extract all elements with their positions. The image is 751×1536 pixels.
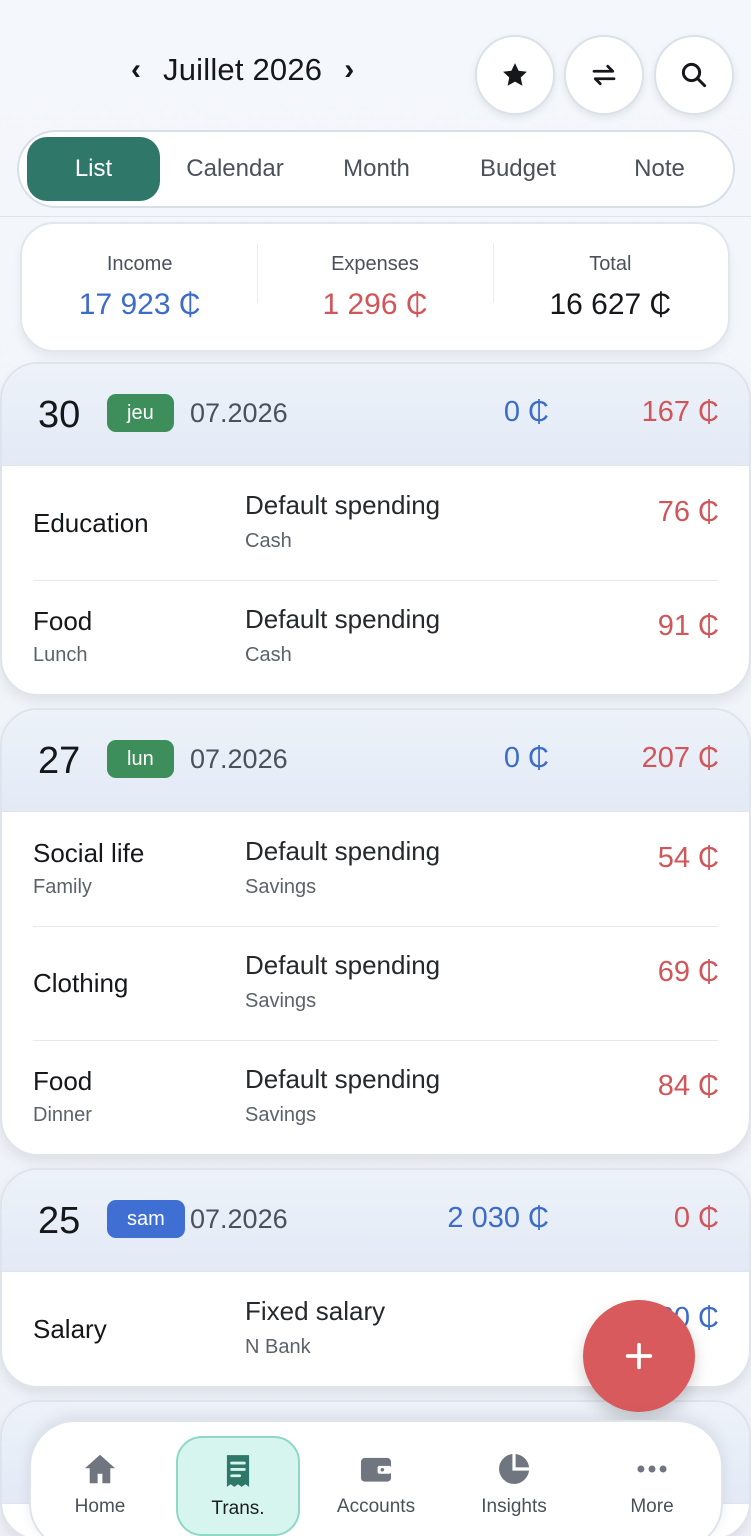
net-total: 16 627 ₵ xyxy=(549,287,672,321)
weekday-badge: lun xyxy=(107,740,174,778)
transaction-row[interactable]: Food Dinner Default spending Savings 84 … xyxy=(2,1040,749,1154)
transaction-category: Food xyxy=(33,606,93,636)
plus-icon xyxy=(625,1342,653,1370)
income-total: 17 923 ₵ xyxy=(78,287,201,321)
expenses-summary: Expenses 1 296 ₵ xyxy=(257,242,492,322)
day-group: 27 lun 07.2026 0 ₵ 207 ₵ Social life Fam… xyxy=(0,708,751,1156)
weekday-badge: sam xyxy=(107,1200,185,1238)
nav-more[interactable]: More xyxy=(590,1436,714,1536)
transaction-description: Default spending xyxy=(245,950,441,980)
search-button[interactable] xyxy=(654,35,734,115)
transaction-category: Salary xyxy=(33,1314,107,1344)
day-month-year: 07.2026 xyxy=(190,398,288,428)
nav-label: More xyxy=(630,1496,674,1517)
transaction-amount: 76 ₵ xyxy=(657,496,719,528)
day-number: 27 xyxy=(38,740,81,782)
transaction-row[interactable]: Social life Family Default spending Savi… xyxy=(2,812,749,926)
expenses-total: 1 296 ₵ xyxy=(322,287,428,321)
favorites-button[interactable] xyxy=(475,35,555,115)
nav-insights[interactable]: Insights xyxy=(452,1436,576,1536)
transaction-subcategory: Family xyxy=(33,876,92,898)
total-label: Total xyxy=(589,252,632,275)
transaction-description: Default spending xyxy=(245,490,441,520)
wallet-icon xyxy=(360,1457,392,1482)
swap-icon xyxy=(592,64,616,86)
header: ‹ Juillet 2026 › xyxy=(0,0,751,120)
day-expense: 0 ₵ xyxy=(673,1202,719,1234)
transaction-description: Fixed salary xyxy=(245,1296,386,1326)
day-header[interactable]: 27 lun 07.2026 0 ₵ 207 ₵ xyxy=(2,710,749,812)
prev-month-button[interactable]: ‹ xyxy=(125,53,147,87)
day-month-year: 07.2026 xyxy=(190,1204,288,1234)
weekday-badge: jeu xyxy=(107,394,174,432)
income-summary: Income 17 923 ₵ xyxy=(22,253,257,322)
transaction-amount: 84 ₵ xyxy=(657,1070,719,1102)
expenses-label: Expenses xyxy=(331,252,419,275)
transaction-row[interactable]: Clothing Default spending Savings 69 ₵ xyxy=(2,926,749,1040)
more-icon xyxy=(637,1465,667,1473)
transaction-account: Savings xyxy=(245,1104,317,1126)
transaction-category: Clothing xyxy=(33,968,129,998)
transaction-account: Savings xyxy=(245,876,317,898)
day-income: 0 ₵ xyxy=(503,742,549,774)
transaction-account: N Bank xyxy=(245,1336,311,1358)
day-number: 25 xyxy=(38,1200,81,1242)
transaction-row[interactable]: Education Default spending Cash 76 ₵ xyxy=(2,466,749,580)
transaction-amount: 91 ₵ xyxy=(657,610,719,642)
transaction-category: Education xyxy=(33,508,149,538)
day-expense: 207 ₵ xyxy=(641,742,719,774)
transaction-category: Food xyxy=(33,1066,93,1096)
day-income: 2 030 ₵ xyxy=(447,1202,549,1234)
tab-budget[interactable]: Budget xyxy=(443,137,593,201)
pie-chart-icon xyxy=(499,1453,530,1484)
header-divider xyxy=(0,216,751,217)
add-transaction-button[interactable] xyxy=(583,1300,695,1412)
day-header[interactable]: 25 sam 07.2026 2 030 ₵ 0 ₵ xyxy=(2,1170,749,1272)
nav-transactions[interactable]: Trans. xyxy=(176,1436,300,1536)
day-expense: 167 ₵ xyxy=(641,396,719,428)
transaction-account: Cash xyxy=(245,644,292,666)
transaction-subcategory: Dinner xyxy=(33,1104,92,1126)
swap-button[interactable] xyxy=(564,35,644,115)
transaction-account: Cash xyxy=(245,530,292,552)
nav-label: Trans. xyxy=(211,1498,265,1519)
home-icon xyxy=(84,1454,116,1484)
nav-label: Accounts xyxy=(336,1496,416,1517)
tab-calendar[interactable]: Calendar xyxy=(160,137,310,201)
income-label: Income xyxy=(106,252,173,275)
nav-label: Insights xyxy=(481,1496,547,1517)
nav-accounts[interactable]: Accounts xyxy=(314,1436,438,1536)
day-income: 0 ₵ xyxy=(503,396,549,428)
transaction-row[interactable]: Food Lunch Default spending Cash 91 ₵ xyxy=(2,580,749,694)
net-summary: Total 16 627 ₵ xyxy=(492,242,728,322)
transaction-description: Default spending xyxy=(245,604,441,634)
tab-note[interactable]: Note xyxy=(593,137,726,201)
transaction-account: Savings xyxy=(245,990,317,1012)
day-number: 30 xyxy=(38,394,81,436)
summary-card: Income 17 923 ₵ Expenses 1 296 ₵ Total 1… xyxy=(20,222,730,352)
transaction-subcategory: Lunch xyxy=(33,644,88,666)
bottom-navigation: Home Trans. Accounts Insights More xyxy=(29,1420,723,1536)
nav-label: Home xyxy=(74,1496,126,1517)
star-icon xyxy=(503,63,527,86)
transaction-amount: 69 ₵ xyxy=(657,956,719,988)
month-title: Juillet 2026 xyxy=(163,52,323,87)
search-icon xyxy=(681,62,707,88)
view-tabs: List Calendar Month Budget Note xyxy=(17,130,735,208)
transaction-description: Default spending xyxy=(245,1064,441,1094)
nav-home[interactable]: Home xyxy=(38,1436,162,1536)
transaction-amount: 54 ₵ xyxy=(657,842,719,874)
day-month-year: 07.2026 xyxy=(190,744,288,774)
tab-month[interactable]: Month xyxy=(310,137,443,201)
next-month-button[interactable]: › xyxy=(338,53,360,87)
day-group: 30 jeu 07.2026 0 ₵ 167 ₵ Education Defau… xyxy=(0,362,751,696)
month-navigator: ‹ Juillet 2026 › xyxy=(125,52,360,88)
transaction-category: Social life xyxy=(33,838,145,868)
day-header[interactable]: 30 jeu 07.2026 0 ₵ 167 ₵ xyxy=(2,364,749,466)
transaction-description: Default spending xyxy=(245,836,441,866)
receipt-icon xyxy=(226,1455,250,1487)
tab-list[interactable]: List xyxy=(27,137,160,201)
